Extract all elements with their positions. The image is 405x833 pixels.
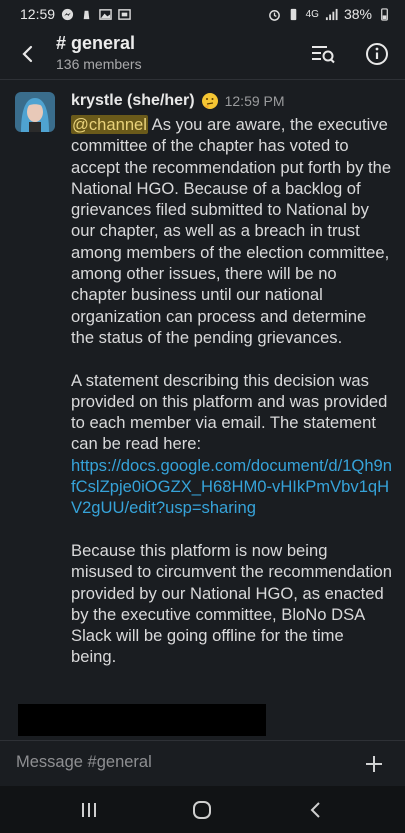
message-input[interactable]: Message #general bbox=[16, 753, 152, 772]
message-timestamp: 12:59 PM bbox=[224, 93, 285, 109]
recent-apps-button[interactable] bbox=[75, 796, 103, 824]
user-avatar-image bbox=[15, 92, 55, 132]
message-paragraph-3: Because this platform is now being misus… bbox=[71, 540, 397, 667]
system-nav-bar bbox=[0, 786, 405, 833]
status-time: 12:59 bbox=[20, 6, 56, 22]
redacted-block bbox=[18, 704, 266, 736]
author-name[interactable]: krystle (she/her) bbox=[71, 92, 195, 110]
member-count[interactable]: 136 members bbox=[56, 56, 142, 72]
plus-icon bbox=[366, 756, 382, 772]
messenger-icon bbox=[61, 8, 74, 20]
status-right: 4G 38% bbox=[268, 6, 391, 22]
recent-apps-icon bbox=[82, 803, 96, 817]
thinking-face-icon bbox=[201, 93, 218, 109]
channel-name[interactable]: # general bbox=[56, 33, 135, 54]
back-button[interactable] bbox=[12, 38, 44, 70]
message-paragraph-1: As you are aware, the executive committe… bbox=[71, 115, 396, 347]
message-composer: Message #general bbox=[0, 740, 405, 786]
document-link[interactable]: https://docs.google.com/document/d/1Qh9n… bbox=[71, 456, 392, 518]
message-header: krystle (she/her) 12:59 PM bbox=[71, 90, 393, 112]
channel-header: # general 136 members bbox=[0, 28, 405, 80]
add-button[interactable] bbox=[360, 750, 388, 778]
gallery-icon bbox=[99, 8, 112, 20]
nav-back-icon bbox=[310, 802, 320, 818]
battery-percent: 38% bbox=[343, 6, 372, 22]
alarm-icon bbox=[268, 9, 280, 21]
message-paragraph-2: A statement describing this decision was… bbox=[71, 370, 393, 454]
info-button[interactable] bbox=[362, 39, 392, 69]
status-bar: 12:59 4G 38% bbox=[0, 0, 405, 28]
status-left: 12:59 bbox=[20, 6, 131, 22]
search-list-icon bbox=[312, 46, 335, 64]
battery-icon bbox=[381, 7, 388, 21]
screenshot-icon bbox=[118, 8, 131, 20]
signal-icon bbox=[325, 8, 338, 20]
message-text: @channel As you are aware, the executive… bbox=[71, 114, 393, 668]
vibrate-icon bbox=[290, 8, 296, 20]
info-icon bbox=[366, 43, 388, 65]
nav-back-button[interactable] bbox=[302, 796, 330, 824]
network-type: 4G bbox=[305, 8, 319, 20]
channel-mention[interactable]: @channel bbox=[71, 115, 148, 134]
home-icon bbox=[193, 801, 211, 819]
avatar[interactable] bbox=[15, 92, 55, 132]
home-button[interactable] bbox=[188, 796, 216, 824]
back-arrow-icon bbox=[22, 45, 33, 63]
message-body: krystle (she/her) 12:59 PM @channel As y… bbox=[71, 90, 393, 668]
search-button[interactable] bbox=[308, 39, 338, 69]
notification-icon bbox=[83, 10, 90, 19]
